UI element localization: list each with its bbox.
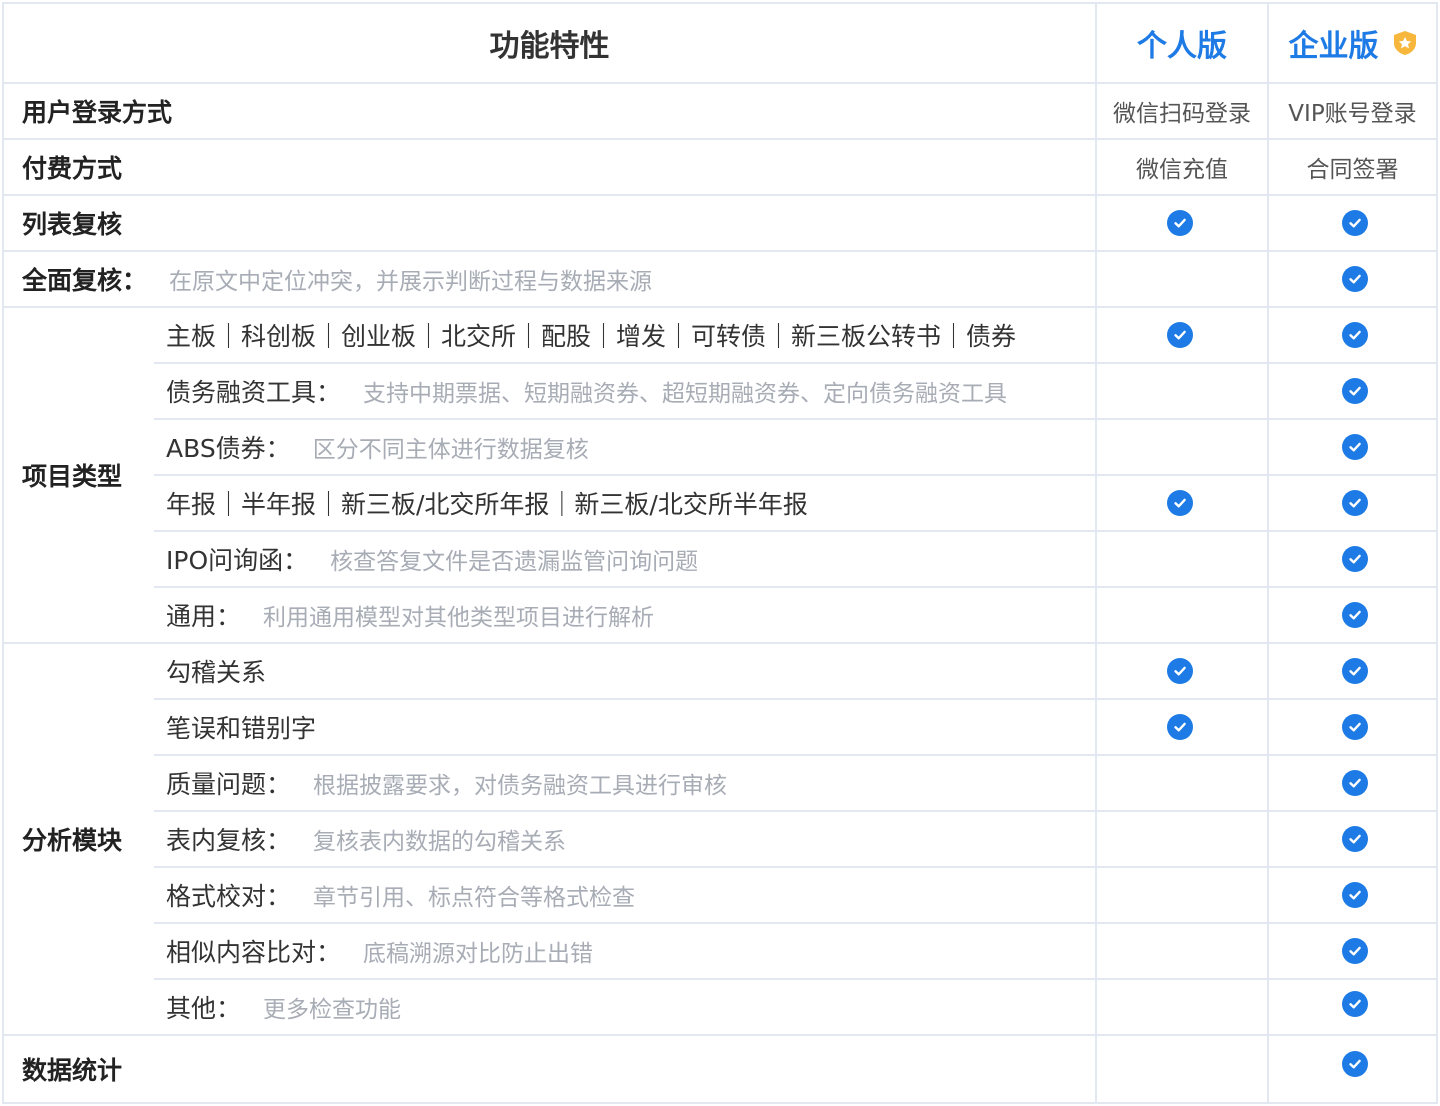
project-type-item-label: 年报｜半年报｜新三板/北交所年报｜新三板/北交所半年报 bbox=[166, 490, 808, 519]
project-type-item-label: ABS债券： bbox=[166, 434, 291, 463]
enterprise-header-label: 企业版 bbox=[1288, 29, 1379, 64]
analysis-item-desc: 复核表内数据的勾稽关系 bbox=[313, 829, 567, 855]
login-enterprise-text: VIP账号登录 bbox=[1288, 101, 1417, 127]
check-circle-icon bbox=[1167, 490, 1193, 516]
check-circle-icon bbox=[1167, 210, 1193, 236]
row-list-review-label: 列表复核 bbox=[22, 210, 123, 239]
row-login-label: 用户登录方式 bbox=[22, 98, 173, 127]
analysis-item-desc: 章节引用、标点符合等格式检查 bbox=[313, 885, 636, 911]
analysis-item: 格式校对： 章节引用、标点符合等格式检查 bbox=[0, 868, 1091, 922]
analysis-item: 勾稽关系 bbox=[0, 644, 1091, 698]
row-stats-label: 数据统计 bbox=[22, 1056, 123, 1085]
analysis-item-desc: 更多检查功能 bbox=[263, 997, 402, 1023]
row-list-review: 列表复核 bbox=[0, 196, 1091, 250]
project-type-item-desc: 核查答复文件是否遗漏监管问询问题 bbox=[330, 549, 699, 575]
check-circle-icon bbox=[1342, 378, 1368, 404]
check-circle-icon bbox=[1342, 490, 1368, 516]
check-circle-icon bbox=[1342, 434, 1368, 460]
project-type-item-label: 债务融资工具： bbox=[166, 378, 342, 407]
enterprise-header: 企业版 bbox=[1269, 4, 1436, 82]
analysis-item: 表内复核： 复核表内数据的勾稽关系 bbox=[0, 812, 1091, 866]
login-personal-value: 微信扫码登录 bbox=[1097, 84, 1267, 138]
check-circle-icon bbox=[1342, 322, 1368, 348]
analysis-item: 相似内容比对： 底稿溯源对比防止出错 bbox=[0, 924, 1091, 978]
row-payment: 付费方式 bbox=[0, 140, 1091, 194]
analysis-item-desc: 底稿溯源对比防止出错 bbox=[363, 941, 594, 967]
login-enterprise-value: VIP账号登录 bbox=[1269, 84, 1436, 138]
project-type-item: 主板｜科创板｜创业板｜北交所｜配股｜增发｜可转债｜新三板公转书｜债券 bbox=[0, 308, 1091, 362]
row-full-review-label: 全面复核： bbox=[22, 266, 148, 295]
login-personal-text: 微信扫码登录 bbox=[1113, 101, 1251, 127]
personal-header-label: 个人版 bbox=[1137, 29, 1227, 64]
check-circle-icon bbox=[1342, 938, 1368, 964]
analysis-item-label: 勾稽关系 bbox=[166, 658, 267, 687]
check-circle-icon bbox=[1342, 546, 1368, 572]
check-circle-icon bbox=[1342, 210, 1368, 236]
shield-star-badge-icon bbox=[1393, 31, 1416, 55]
personal-header: 个人版 bbox=[1097, 4, 1267, 82]
check-circle-icon bbox=[1342, 266, 1368, 292]
check-circle-icon bbox=[1167, 658, 1193, 684]
feature-header: 功能特性 bbox=[4, 4, 1095, 82]
analysis-item: 笔误和错别字 bbox=[0, 700, 1091, 754]
row-full-review: 全面复核： 在原文中定位冲突，并展示判断过程与数据来源 bbox=[0, 252, 1091, 306]
project-type-item-label: 主板｜科创板｜创业板｜北交所｜配股｜增发｜可转债｜新三板公转书｜债券 bbox=[166, 322, 1017, 351]
check-circle-icon bbox=[1342, 770, 1368, 796]
payment-personal-value: 微信充值 bbox=[1097, 140, 1267, 194]
analysis-item-label: 相似内容比对： bbox=[166, 938, 342, 967]
row-stats: 数据统计 bbox=[0, 1036, 1091, 1102]
project-type-item-label: IPO问询函： bbox=[166, 546, 309, 575]
analysis-item-label: 笔误和错别字 bbox=[166, 714, 317, 743]
payment-personal-text: 微信充值 bbox=[1136, 157, 1228, 183]
project-type-item: 年报｜半年报｜新三板/北交所年报｜新三板/北交所半年报 bbox=[0, 476, 1091, 530]
project-type-item: 通用： 利用通用模型对其他类型项目进行解析 bbox=[0, 588, 1091, 642]
check-circle-icon bbox=[1342, 826, 1368, 852]
project-type-item-desc: 区分不同主体进行数据复核 bbox=[312, 437, 589, 463]
row-payment-label: 付费方式 bbox=[22, 154, 123, 183]
payment-enterprise-text: 合同签署 bbox=[1306, 157, 1399, 183]
row-login: 用户登录方式 bbox=[0, 84, 1091, 138]
payment-enterprise-value: 合同签署 bbox=[1269, 140, 1436, 194]
analysis-item-label: 其他： bbox=[166, 994, 242, 1023]
check-circle-icon bbox=[1342, 882, 1368, 908]
check-circle-icon bbox=[1167, 322, 1193, 348]
analysis-item: 质量问题： 根据披露要求，对债务融资工具进行审核 bbox=[0, 756, 1091, 810]
check-circle-icon bbox=[1342, 991, 1368, 1017]
project-type-item: ABS债券： 区分不同主体进行数据复核 bbox=[0, 420, 1091, 474]
check-circle-icon bbox=[1167, 714, 1193, 740]
project-type-item: IPO问询函： 核查答复文件是否遗漏监管问询问题 bbox=[0, 532, 1091, 586]
check-circle-icon bbox=[1342, 602, 1368, 628]
project-type-item-desc: 支持中期票据、短期融资券、超短期融资券、定向债务融资工具 bbox=[363, 381, 1008, 407]
check-circle-icon bbox=[1342, 714, 1368, 740]
project-type-item-label: 通用： bbox=[166, 602, 242, 631]
check-circle-icon bbox=[1342, 658, 1368, 684]
analysis-item: 其他： 更多检查功能 bbox=[0, 980, 1091, 1034]
analysis-item-desc: 根据披露要求，对债务融资工具进行审核 bbox=[313, 773, 728, 799]
analysis-item-label: 格式校对： bbox=[166, 882, 292, 911]
project-type-item: 债务融资工具： 支持中期票据、短期融资券、超短期融资券、定向债务融资工具 bbox=[0, 364, 1091, 418]
project-type-item-desc: 利用通用模型对其他类型项目进行解析 bbox=[263, 605, 655, 631]
feature-header-label: 功能特性 bbox=[489, 29, 610, 64]
analysis-item-label: 表内复核： bbox=[166, 826, 292, 855]
analysis-item-label: 质量问题： bbox=[166, 770, 292, 799]
row-full-review-desc: 在原文中定位冲突，并展示判断过程与数据来源 bbox=[169, 269, 653, 295]
check-circle-icon bbox=[1342, 1051, 1368, 1077]
